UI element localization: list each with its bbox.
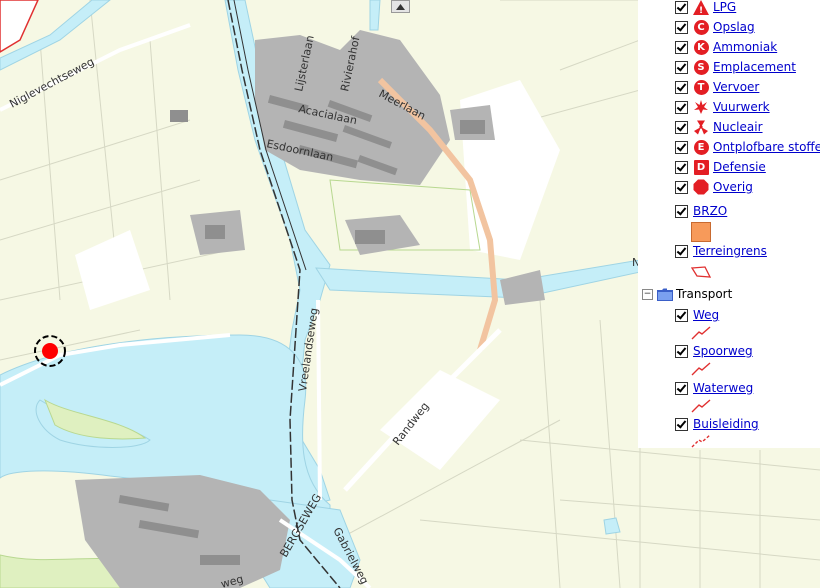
- legend-item-spoorweg[interactable]: Spoorweg: [675, 342, 753, 360]
- waterweg-line-icon: [691, 399, 711, 413]
- defensie-icon: D: [693, 159, 709, 175]
- legend-link-terreingrens[interactable]: Terreingrens: [693, 244, 767, 258]
- transport-label: Transport: [676, 287, 733, 301]
- emplacement-icon: S: [693, 59, 709, 75]
- checkbox[interactable]: [675, 417, 688, 431]
- scroll-up-button[interactable]: [391, 0, 410, 13]
- checkbox[interactable]: [675, 120, 688, 134]
- legend-link-opslag[interactable]: Opslag: [713, 20, 755, 34]
- collapse-icon[interactable]: −: [642, 288, 653, 300]
- ammoniak-icon: K: [693, 39, 709, 55]
- brzo-swatch: [691, 222, 711, 242]
- checkbox[interactable]: [675, 180, 688, 194]
- triangle-up-icon: [396, 3, 405, 10]
- svg-text:!: !: [699, 6, 703, 15]
- legend-item-vervoer[interactable]: T Vervoer: [675, 78, 759, 96]
- legend-item-opslag[interactable]: C Opslag: [675, 18, 755, 36]
- legend-link-emplacement[interactable]: Emplacement: [713, 60, 796, 74]
- checkbox[interactable]: [675, 204, 688, 218]
- checkbox[interactable]: [675, 60, 688, 74]
- checkbox[interactable]: [675, 244, 688, 258]
- legend-item-terreingrens[interactable]: Terreingrens: [675, 242, 767, 260]
- vervoer-icon: T: [693, 79, 709, 95]
- legend-item-defensie[interactable]: D Defensie: [675, 158, 766, 176]
- checkbox[interactable]: [675, 160, 688, 174]
- legend-link-buisleiding[interactable]: Buisleiding: [693, 417, 759, 431]
- terreingrens-symbol-icon: [691, 266, 711, 278]
- spoorweg-line-icon: [691, 362, 711, 376]
- vuurwerk-icon: [693, 99, 709, 115]
- legend-link-lpg[interactable]: LPG: [713, 0, 736, 14]
- checkbox[interactable]: [675, 40, 688, 54]
- legend-link-waterweg[interactable]: Waterweg: [693, 381, 753, 395]
- checkbox[interactable]: [675, 80, 688, 94]
- weg-line-icon: [691, 326, 711, 340]
- legend-item-overig[interactable]: Overig: [675, 178, 753, 196]
- legend-link-brzo[interactable]: BRZO: [693, 204, 727, 218]
- legend-link-vervoer[interactable]: Vervoer: [713, 80, 759, 94]
- overig-icon: [693, 179, 709, 195]
- legend-item-ammoniak[interactable]: K Ammoniak: [675, 38, 777, 56]
- legend-link-defensie[interactable]: Defensie: [713, 160, 766, 174]
- legend-link-nucleair[interactable]: Nucleair: [713, 120, 763, 134]
- opslag-icon: C: [693, 19, 709, 35]
- legend-link-weg[interactable]: Weg: [693, 308, 719, 322]
- legend-item-emplacement[interactable]: S Emplacement: [675, 58, 796, 76]
- nucleair-icon: [693, 119, 709, 135]
- legend-link-vuurwerk[interactable]: Vuurwerk: [713, 100, 770, 114]
- legend-item-waterweg[interactable]: Waterweg: [675, 379, 753, 397]
- checkbox[interactable]: [675, 20, 688, 34]
- checkbox[interactable]: [675, 100, 688, 114]
- legend-link-overig[interactable]: Overig: [713, 180, 753, 194]
- checkbox[interactable]: [675, 308, 688, 322]
- legend-link-ontplofbare-stoffen[interactable]: Ontplofbare stoffen: [713, 140, 820, 154]
- legend-link-ammoniak[interactable]: Ammoniak: [713, 40, 777, 54]
- checkbox[interactable]: [675, 140, 688, 154]
- checkbox[interactable]: [675, 344, 688, 358]
- legend-item-weg[interactable]: Weg: [675, 306, 719, 324]
- legend-link-spoorweg[interactable]: Spoorweg: [693, 344, 753, 358]
- folder-icon: [657, 288, 673, 301]
- legend-item-buisleiding[interactable]: Buisleiding: [675, 415, 759, 433]
- legend-item-brzo[interactable]: BRZO: [675, 202, 727, 220]
- ontplofbare-stoffen-icon: E: [693, 139, 709, 155]
- buisleiding-line-icon: [691, 434, 711, 448]
- checkbox[interactable]: [675, 381, 688, 395]
- legend-item-nucleair[interactable]: Nucleair: [675, 118, 763, 136]
- legend-panel: ! LPG C Opslag K Ammoniak S Emplacement …: [638, 0, 820, 448]
- transport-group-header[interactable]: − Transport: [642, 286, 732, 302]
- checkbox[interactable]: [675, 0, 688, 14]
- legend-item-vuurwerk[interactable]: Vuurwerk: [675, 98, 770, 116]
- legend-item-lpg[interactable]: ! LPG: [675, 0, 736, 16]
- legend-item-ontplofbare-stoffen[interactable]: E Ontplofbare stoffen: [675, 138, 820, 156]
- lpg-warning-icon: !: [693, 0, 709, 15]
